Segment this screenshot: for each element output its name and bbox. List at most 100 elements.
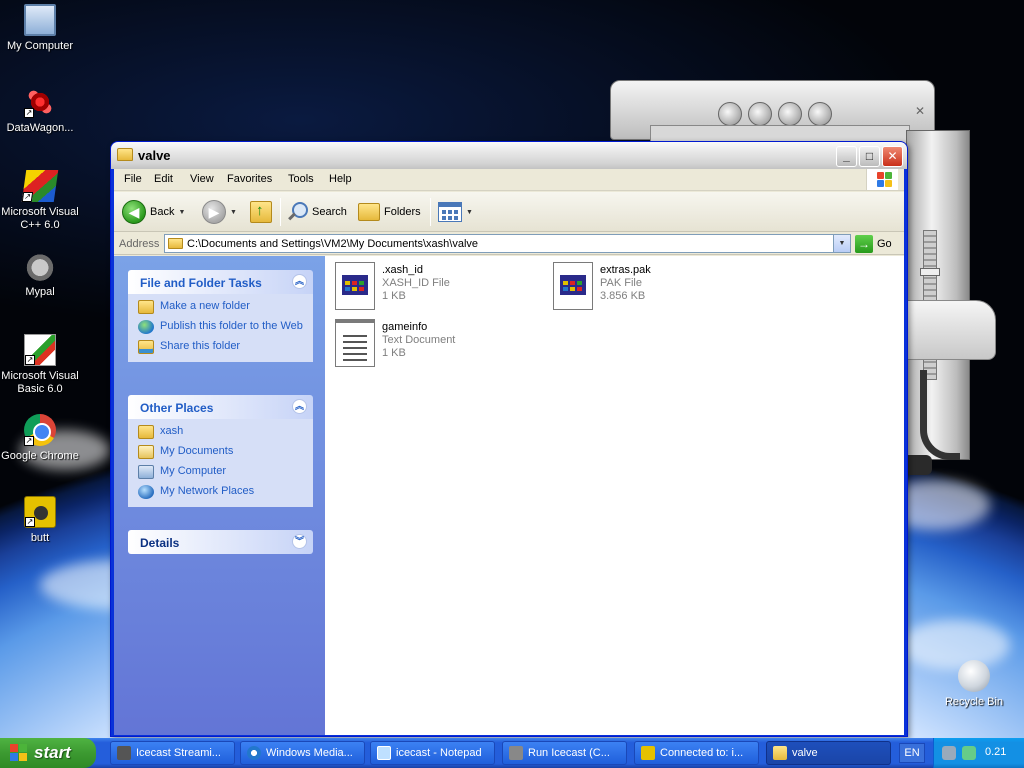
clock[interactable]: 0.21 bbox=[985, 746, 1006, 758]
link-label: My Computer bbox=[160, 465, 227, 477]
connected-icon bbox=[641, 746, 655, 760]
network-places-icon bbox=[138, 485, 154, 499]
address-input[interactable]: C:\Documents and Settings\VM2\My Documen… bbox=[164, 234, 851, 253]
language-indicator[interactable]: EN bbox=[899, 743, 925, 763]
player-button-2[interactable] bbox=[748, 102, 772, 126]
details-header[interactable]: Details ︾ bbox=[128, 530, 313, 554]
minimize-button[interactable]: _ bbox=[836, 146, 857, 167]
search-label: Search bbox=[312, 206, 347, 218]
link-label: Publish this folder to the Web bbox=[160, 320, 303, 332]
tray-app-icon[interactable] bbox=[942, 746, 956, 760]
chevron-down-icon[interactable]: ▼ bbox=[178, 209, 185, 216]
folder-icon bbox=[773, 746, 787, 760]
views-button[interactable]: ▼ bbox=[438, 198, 473, 226]
taskbar-item-windows-media[interactable]: Windows Media... bbox=[240, 741, 365, 765]
forward-arrow-icon: ▶ bbox=[202, 200, 226, 224]
explorer-window[interactable]: valve _ □ ✕ File Edit View Favorites Too… bbox=[110, 141, 908, 737]
chevron-down-icon[interactable]: ▼ bbox=[833, 235, 850, 252]
file-size: 1 KB bbox=[382, 290, 406, 302]
volume-slider-knob[interactable] bbox=[920, 268, 940, 276]
folders-button[interactable]: Folders bbox=[358, 198, 421, 226]
place-my-documents-link[interactable]: My Documents bbox=[138, 445, 303, 459]
folder-icon bbox=[138, 425, 154, 439]
text-document-icon bbox=[335, 319, 375, 367]
menu-file[interactable]: File bbox=[124, 173, 142, 185]
taskbar-item-valve[interactable]: valve bbox=[766, 741, 891, 765]
go-button[interactable]: → Go bbox=[855, 234, 892, 253]
task-label: icecast - Notepad bbox=[396, 747, 482, 759]
file-type: Text Document bbox=[382, 334, 456, 346]
share-folder-icon bbox=[138, 340, 154, 354]
desktop-icon-my-computer[interactable]: My Computer bbox=[0, 4, 80, 53]
player-button-1[interactable] bbox=[718, 102, 742, 126]
title-bar[interactable]: valve _ □ ✕ bbox=[111, 142, 907, 169]
close-button[interactable]: ✕ bbox=[882, 146, 903, 167]
link-label: Make a new folder bbox=[160, 300, 250, 312]
file-item[interactable]: gameinfo Text Document 1 KB bbox=[335, 319, 545, 373]
expand-icon[interactable]: ︾ bbox=[292, 534, 307, 549]
player-button-3[interactable] bbox=[778, 102, 802, 126]
visual-basic-icon: ↗ bbox=[24, 334, 56, 366]
place-my-network-link[interactable]: My Network Places bbox=[138, 485, 303, 499]
chevron-down-icon[interactable]: ▼ bbox=[466, 209, 473, 216]
panel-body: xash My Documents My Computer My Network… bbox=[128, 419, 313, 507]
file-name: gameinfo bbox=[382, 321, 428, 333]
desktop-icon-datawagon[interactable]: ↗ DataWagon... bbox=[0, 86, 80, 135]
notepad-icon bbox=[377, 746, 391, 760]
place-my-computer-link[interactable]: My Computer bbox=[138, 465, 303, 479]
file-list-area[interactable]: .xash_id XASH_ID File 1 KB extras.pak PA… bbox=[325, 256, 904, 735]
publish-web-icon bbox=[138, 320, 154, 334]
datawagon-icon: ↗ bbox=[24, 86, 56, 118]
menu-help[interactable]: Help bbox=[329, 173, 352, 185]
file-item[interactable]: .xash_id XASH_ID File 1 KB bbox=[335, 262, 545, 316]
search-button[interactable]: Search bbox=[286, 198, 347, 226]
taskbar-item-notepad[interactable]: icecast - Notepad bbox=[370, 741, 495, 765]
up-folder-button[interactable] bbox=[250, 198, 272, 226]
file-folder-tasks-header[interactable]: File and Folder Tasks ︽ bbox=[128, 270, 313, 294]
panel-title: Details bbox=[140, 536, 180, 550]
maximize-button[interactable]: □ bbox=[859, 146, 880, 167]
file-item[interactable]: extras.pak PAK File 3.856 KB bbox=[553, 262, 763, 316]
forward-button[interactable]: ▶ ▼ bbox=[202, 198, 237, 226]
desktop-icon-mypal[interactable]: Mypal bbox=[0, 250, 80, 299]
desktop-icon-visual-cpp[interactable]: ↗ Microsoft Visual C++ 6.0 bbox=[0, 170, 80, 232]
link-label: My Network Places bbox=[160, 485, 255, 497]
folder-icon bbox=[168, 238, 183, 249]
taskbar-item-icecast-streaming[interactable]: Icecast Streami... bbox=[110, 741, 235, 765]
collapse-icon[interactable]: ︽ bbox=[292, 274, 307, 289]
player-button-4[interactable] bbox=[808, 102, 832, 126]
menu-tools[interactable]: Tools bbox=[288, 173, 314, 185]
file-size: 1 KB bbox=[382, 347, 406, 359]
share-folder-link[interactable]: Share this folder bbox=[138, 340, 303, 354]
details-panel: Details ︾ bbox=[128, 530, 313, 554]
windows-flag-icon bbox=[10, 744, 28, 762]
menu-edit[interactable]: Edit bbox=[154, 173, 173, 185]
menu-favorites[interactable]: Favorites bbox=[227, 173, 272, 185]
make-new-folder-link[interactable]: Make a new folder bbox=[138, 300, 303, 314]
folders-icon bbox=[358, 203, 380, 221]
place-xash-link[interactable]: xash bbox=[138, 425, 303, 439]
desktop-icon-recycle-bin[interactable]: Recycle Bin bbox=[934, 660, 1014, 709]
go-arrow-icon: → bbox=[855, 234, 873, 253]
collapse-icon[interactable]: ︽ bbox=[292, 399, 307, 414]
back-button[interactable]: ◀ Back ▼ bbox=[122, 198, 185, 226]
tray-network-icon[interactable] bbox=[962, 746, 976, 760]
taskbar-item-connected[interactable]: Connected to: i... bbox=[634, 741, 759, 765]
up-folder-icon bbox=[250, 201, 272, 223]
publish-folder-link[interactable]: Publish this folder to the Web bbox=[138, 320, 303, 334]
desktop-icon-butt[interactable]: ↗ butt bbox=[0, 496, 80, 545]
desktop-icon-chrome[interactable]: ↗ Google Chrome bbox=[0, 414, 80, 463]
file-name: .xash_id bbox=[382, 264, 423, 276]
task-label: valve bbox=[792, 747, 818, 759]
player-close-icon[interactable]: ✕ bbox=[915, 104, 925, 118]
desktop-icon-label: Recycle Bin bbox=[944, 696, 1004, 708]
new-folder-icon bbox=[138, 300, 154, 314]
chevron-down-icon[interactable]: ▼ bbox=[230, 209, 237, 216]
menu-view[interactable]: View bbox=[190, 173, 214, 185]
butt-icon: ↗ bbox=[24, 496, 56, 528]
desktop-icon-label: butt bbox=[30, 532, 50, 544]
start-button[interactable]: start bbox=[0, 738, 96, 768]
desktop-icon-visual-basic[interactable]: ↗ Microsoft Visual Basic 6.0 bbox=[0, 334, 80, 396]
taskbar-item-run-icecast[interactable]: Run Icecast (C... bbox=[502, 741, 627, 765]
other-places-header[interactable]: Other Places ︽ bbox=[128, 395, 313, 419]
